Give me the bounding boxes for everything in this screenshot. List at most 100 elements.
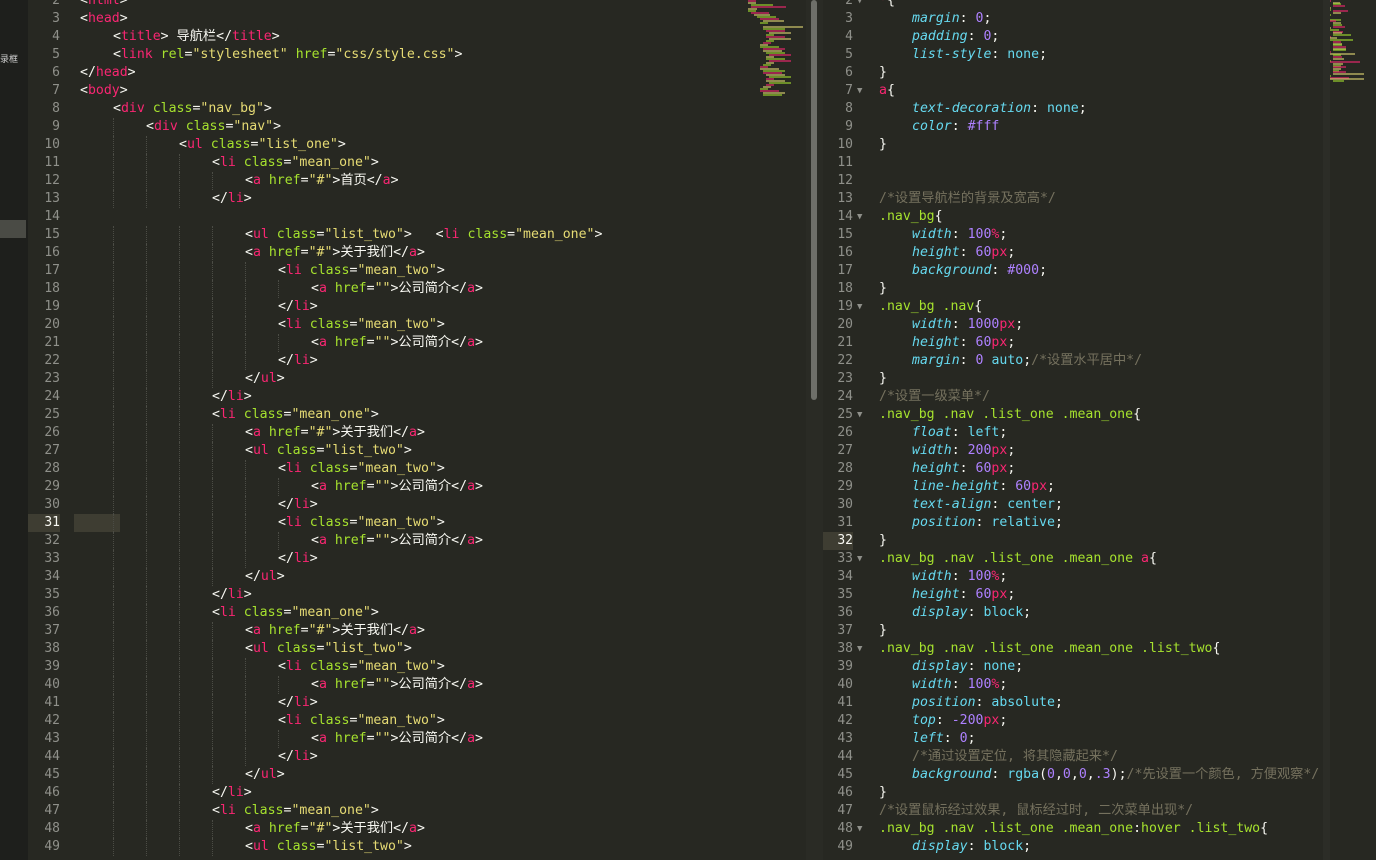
code-line[interactable]: list-style: none; <box>912 46 1047 64</box>
code-line[interactable]: </ul> <box>245 766 285 784</box>
fold-arrow-icon[interactable]: ▼ <box>857 82 862 100</box>
code-line[interactable]: <a href="#">首页</a> <box>245 172 399 190</box>
scrollbar-thumb[interactable] <box>811 0 817 400</box>
code-line[interactable]: </ul> <box>245 568 285 586</box>
fold-arrow-icon[interactable]: ▼ <box>857 208 862 226</box>
code-line[interactable]: top: -200px; <box>912 712 1007 730</box>
fold-arrow-icon[interactable]: ▼ <box>857 550 862 568</box>
code-line[interactable]: <link rel="stylesheet" href="css/style.c… <box>113 46 462 64</box>
code-line[interactable]: height: 60px; <box>912 460 1015 478</box>
code-line[interactable]: } <box>879 370 887 388</box>
code-line[interactable]: <li class="mean_one"> <box>212 604 379 622</box>
code-line[interactable]: .nav_bg .nav .list_one .mean_one{ <box>879 406 1141 424</box>
code-line[interactable]: <li class="mean_two"> <box>278 514 445 532</box>
code-line[interactable]: <li class="mean_one"> <box>212 802 379 820</box>
code-line[interactable]: <html> <box>80 0 128 10</box>
code-line[interactable]: <li class="mean_two"> <box>278 712 445 730</box>
code-line[interactable]: a{ <box>879 82 895 100</box>
code-line[interactable]: .nav_bg .nav{ <box>879 298 982 316</box>
code-line[interactable]: .nav_bg{ <box>879 208 943 226</box>
code-line[interactable]: </li> <box>278 298 318 316</box>
code-line[interactable]: <li class="mean_one"> <box>212 406 379 424</box>
code-line[interactable]: width: 100%; <box>912 568 1007 586</box>
code-line[interactable]: <ul class="list_one"> <box>179 136 346 154</box>
css-editor-pane[interactable]: 2 ▼ 3 4 5 6 7 ▼ 8 9 10 11 12 13 14 ▼ 15 16 17 18 19 ▼ 20 21 22 23… <box>823 0 1330 860</box>
code-line[interactable]: <li class="mean_two"> <box>278 658 445 676</box>
code-line[interactable]: </li> <box>278 496 318 514</box>
code-line[interactable]: <div class="nav"> <box>146 118 281 136</box>
code-line[interactable]: </li> <box>278 550 318 568</box>
fold-arrow-icon[interactable]: ▼ <box>857 406 862 424</box>
code-line[interactable]: text-decoration: none; <box>912 100 1087 118</box>
minimap[interactable] <box>1330 0 1376 860</box>
vertical-scrollbar[interactable] <box>1323 0 1330 860</box>
code-line[interactable]: <ul class="list_two"> <box>245 442 412 460</box>
code-line[interactable]: } <box>879 784 887 802</box>
code-line[interactable]: left: 0; <box>912 730 976 748</box>
code-line[interactable]: /*通过设置定位, 将其隐藏起来*/ <box>912 748 1118 766</box>
fold-arrow-icon[interactable]: ▼ <box>857 298 862 316</box>
code-line[interactable]: } <box>879 280 887 298</box>
code-line[interactable]: margin: 0 auto;/*设置水平居中*/ <box>912 352 1142 370</box>
code-line[interactable]: background: rgba(0,0,0,.3);/*先设置一个颜色, 方便… <box>912 766 1319 784</box>
code-line[interactable]: <ul class="list_two"> <box>245 838 412 856</box>
code-line[interactable]: display: block; <box>912 838 1031 856</box>
code-line[interactable]: </li> <box>212 784 252 802</box>
fold-arrow-icon[interactable]: ▼ <box>857 0 862 10</box>
code-line[interactable]: /*设置鼠标经过效果, 鼠标经过时, 二次菜单出现*/ <box>879 802 1193 820</box>
code-line[interactable]: <a href="">公司简介</a> <box>311 334 483 352</box>
code-line[interactable]: /*设置导航栏的背景及宽高*/ <box>879 190 1056 208</box>
sidebar-selected-item[interactable] <box>0 220 26 238</box>
fold-arrow-icon[interactable]: ▼ <box>857 820 862 838</box>
code-line[interactable]: <a href="">公司简介</a> <box>311 280 483 298</box>
code-line[interactable]: </li> <box>212 586 252 604</box>
code-line[interactable]: <li class="mean_two"> <box>278 460 445 478</box>
code-line[interactable]: <li class="mean_two"> <box>278 316 445 334</box>
code-line[interactable]: } <box>879 64 887 82</box>
code-line[interactable]: </li> <box>278 352 318 370</box>
code-line[interactable]: <a href="">公司简介</a> <box>311 478 483 496</box>
code-line[interactable]: float: left; <box>912 424 1007 442</box>
code-line[interactable]: width: 200px; <box>912 442 1015 460</box>
code-line[interactable]: } <box>879 532 887 550</box>
code-line[interactable]: <a href="">公司简介</a> <box>311 730 483 748</box>
code-line[interactable]: <div class="nav_bg"> <box>113 100 272 118</box>
vertical-scrollbar[interactable] <box>806 0 823 860</box>
code-line[interactable]: <a href="#">关于我们</a> <box>245 424 425 442</box>
code-line[interactable]: position: absolute; <box>912 694 1063 712</box>
code-line[interactable]: <head> <box>80 10 128 28</box>
code-line[interactable]: } <box>879 136 887 154</box>
code-line[interactable]: <ul class="list_two"> <li class="mean_on… <box>245 226 602 244</box>
fold-arrow-icon[interactable]: ▼ <box>857 640 862 658</box>
code-line[interactable]: width: 100%; <box>912 676 1007 694</box>
code-line[interactable]: </li> <box>278 694 318 712</box>
code-line[interactable]: height: 60px; <box>912 334 1015 352</box>
code-line[interactable]: <a href="">公司简介</a> <box>311 676 483 694</box>
html-editor-pane[interactable]: 2 3 4 5 6 7 8 9 10 11 12 13 14 15 16 17 18 19 20 21 22 23 24 25… <box>28 0 806 860</box>
code-line[interactable]: .nav_bg .nav .list_one .mean_one .list_t… <box>879 640 1220 658</box>
code-line[interactable]: <li class="mean_two"> <box>278 262 445 280</box>
code-line[interactable]: <body> <box>80 82 128 100</box>
code-line[interactable]: text-align: center; <box>912 496 1063 514</box>
code-line[interactable]: <a href="#">关于我们</a> <box>245 244 425 262</box>
code-line[interactable]: position: relative; <box>912 514 1063 532</box>
code-line[interactable]: height: 60px; <box>912 244 1015 262</box>
code-line[interactable]: </li> <box>212 388 252 406</box>
code-line[interactable]: width: 1000px; <box>912 316 1023 334</box>
code-line[interactable]: color: #fff <box>912 118 999 136</box>
code-line[interactable]: <a href="#">关于我们</a> <box>245 820 425 838</box>
code-line[interactable]: display: block; <box>912 604 1031 622</box>
code-line[interactable]: <title> 导航栏</title> <box>113 28 280 46</box>
code-line[interactable]: display: none; <box>912 658 1023 676</box>
code-line[interactable]: .nav_bg .nav .list_one .mean_one a{ <box>879 550 1157 568</box>
code-line[interactable]: </head> <box>80 64 136 82</box>
code-line[interactable]: <a href="">公司简介</a> <box>311 532 483 550</box>
code-line[interactable]: width: 100%; <box>912 226 1007 244</box>
code-line[interactable]: margin: 0; <box>912 10 991 28</box>
code-line[interactable]: } <box>879 622 887 640</box>
code-area[interactable]: <html> <head> <title> 导航栏</title> <link rel… <box>74 0 806 860</box>
code-line[interactable]: .nav_bg .nav .list_one .mean_one:hover .… <box>879 820 1268 838</box>
code-line[interactable]: height: 60px; <box>912 586 1015 604</box>
code-line[interactable]: padding: 0; <box>912 28 999 46</box>
code-line[interactable]: background: #000; <box>912 262 1047 280</box>
